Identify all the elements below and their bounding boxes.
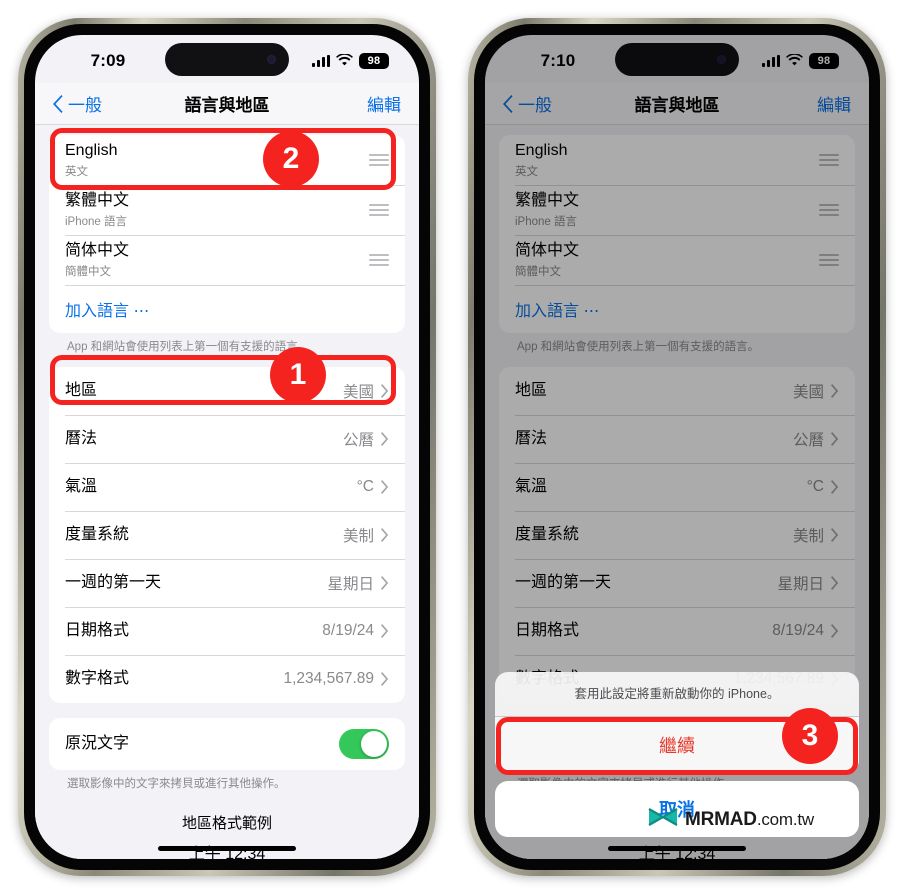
settings-row-first-day[interactable]: 一週的第一天 星期日: [49, 558, 405, 607]
step-badge-2: 2: [263, 131, 319, 187]
cellular-bars-icon: [312, 54, 330, 67]
navigation-bar: 一般 語言與地區 編輯: [35, 83, 419, 125]
add-language-label: 加入語言 ⋯: [65, 303, 150, 320]
reorder-handle-icon[interactable]: [369, 254, 389, 266]
live-text-card: 原況文字: [49, 717, 405, 770]
status-time: 7:09: [90, 51, 126, 70]
watermark-tld: .com.tw: [756, 809, 814, 829]
watermark-text: MRMAD.com.tw: [685, 809, 814, 831]
dynamic-island: [165, 43, 289, 76]
chevron-right-icon: [381, 479, 389, 494]
chevron-right-icon: [381, 431, 389, 446]
battery-indicator: 98: [359, 52, 389, 69]
language-list-card: English 英文 繁體中文 iPhone 語言 简体中文 簡體中文 加入語言…: [49, 135, 405, 333]
language-row-english[interactable]: English 英文: [49, 135, 405, 185]
settings-row-region[interactable]: 地區 美國: [49, 367, 405, 415]
front-camera-icon: [267, 55, 276, 64]
row-value: 公曆: [342, 431, 374, 449]
status-bar: 7:09 98: [35, 35, 419, 83]
row-value: 星期日: [327, 575, 374, 593]
reorder-handle-icon[interactable]: [369, 204, 389, 216]
language-title: 繁體中文: [65, 192, 130, 210]
settings-row-measurement[interactable]: 度量系統 美制: [49, 510, 405, 559]
settings-row-live-text[interactable]: 原況文字: [49, 718, 405, 770]
language-subtitle: 英文: [65, 165, 88, 178]
language-title: 简体中文: [65, 242, 130, 260]
page-title: 語言與地區: [184, 96, 270, 115]
settings-row-calendar[interactable]: 曆法 公曆: [49, 414, 405, 463]
chevron-right-icon: [381, 623, 389, 638]
chevron-right-icon: [381, 671, 389, 686]
chevron-right-icon: [381, 383, 389, 398]
back-button-label: 一般: [68, 96, 102, 115]
settings-content: English 英文 繁體中文 iPhone 語言 简体中文 簡體中文 加入語言…: [35, 125, 419, 859]
phone-screen-left: 7:09 98 一般 語言與地區 編輯 English 英文 繁體中文 iPho…: [35, 35, 419, 859]
language-title: English: [65, 142, 118, 160]
settings-row-number-format[interactable]: 數字格式 1,234,567.89: [49, 654, 405, 703]
step-badge-1: 1: [270, 347, 326, 403]
edit-button[interactable]: 編輯: [367, 91, 401, 116]
row-label: 度量系統: [65, 525, 130, 543]
row-label: 日期格式: [65, 621, 130, 639]
row-label: 地區: [65, 381, 98, 399]
row-label: 數字格式: [65, 669, 130, 687]
chevron-right-icon: [381, 527, 389, 542]
language-row-simplified-chinese[interactable]: 简体中文 簡體中文: [49, 235, 405, 285]
chevron-right-icon: [381, 575, 389, 590]
row-value: °C: [356, 477, 374, 495]
settings-row-temperature[interactable]: 氣溫 °C: [49, 462, 405, 511]
row-label: 一週的第一天: [65, 573, 162, 591]
language-subtitle: iPhone 語言: [65, 215, 128, 228]
language-footnote: App 和網站會使用列表上第一個有支援的語言。: [67, 341, 310, 353]
language-row-traditional-chinese[interactable]: 繁體中文 iPhone 語言: [49, 185, 405, 235]
live-text-footnote: 選取影像中的文字來拷貝或進行其他操作。: [67, 777, 286, 790]
wifi-icon: [336, 54, 353, 67]
mrmad-logo-icon: [648, 806, 678, 833]
row-value: 美國: [342, 383, 374, 401]
row-label: 氣溫: [65, 477, 98, 495]
watermark: MRMAD.com.tw: [648, 806, 814, 833]
row-label: 曆法: [65, 429, 98, 447]
sample-title: 地區格式範例: [181, 815, 272, 833]
status-indicators: 98: [312, 52, 389, 69]
phone-bezel: 7:09 98 一般 語言與地區 編輯 English 英文 繁體中文 iPho…: [24, 24, 430, 870]
back-button[interactable]: 一般: [53, 91, 102, 116]
row-value: 8/19/24: [322, 621, 374, 639]
row-label: 原況文字: [65, 734, 130, 752]
live-text-toggle[interactable]: [339, 728, 389, 759]
row-value: 美制: [342, 527, 374, 545]
home-indicator: [158, 846, 296, 851]
chevron-left-icon: [53, 94, 64, 113]
language-subtitle: 簡體中文: [65, 265, 111, 278]
add-language-row[interactable]: 加入語言 ⋯: [49, 285, 405, 333]
step-badge-3: 3: [782, 708, 838, 764]
watermark-name: MRMAD: [685, 808, 757, 830]
reorder-handle-icon[interactable]: [369, 154, 389, 166]
screenshot-stage: 7:09 98 一般 語言與地區 編輯 English 英文 繁體中文 iPho…: [0, 0, 900, 894]
row-value: 1,234,567.89: [283, 669, 374, 687]
phone-left: 7:09 98 一般 語言與地區 編輯 English 英文 繁體中文 iPho…: [18, 18, 436, 876]
settings-row-date-format[interactable]: 日期格式 8/19/24: [49, 606, 405, 655]
region-settings-card: 地區 美國 曆法 公曆 氣溫 °C 度量系統 美制 一週的第一天 星期日 日期格…: [49, 366, 405, 703]
